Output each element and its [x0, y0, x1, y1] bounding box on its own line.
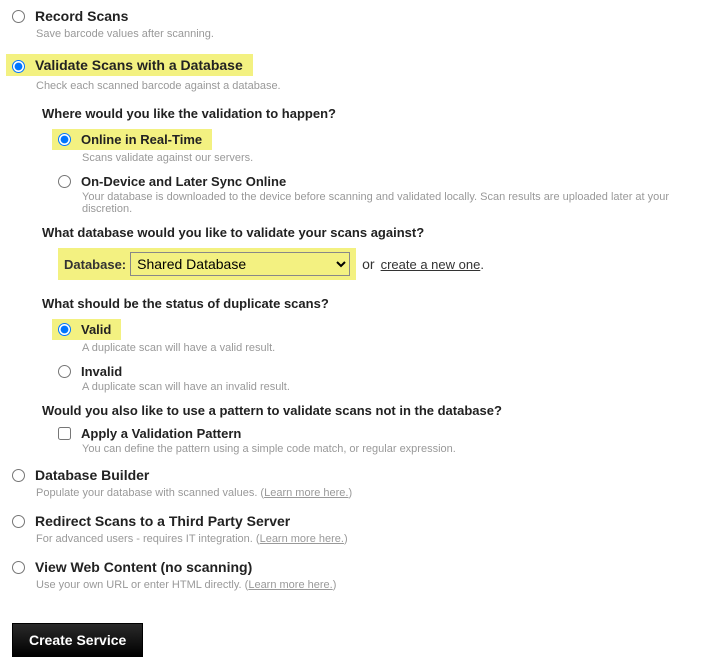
- label-record-scans: Record Scans: [35, 8, 128, 24]
- desc-apply-pattern: You can define the pattern using a simpl…: [82, 443, 716, 455]
- desc-invalid: A duplicate scan will have an invalid re…: [82, 381, 716, 393]
- checkbox-apply-pattern[interactable]: [58, 427, 71, 440]
- label-database-builder: Database Builder: [35, 467, 149, 483]
- radio-view-web-content[interactable]: [12, 561, 25, 574]
- radio-ondevice[interactable]: [58, 175, 71, 188]
- radio-online-realtime[interactable]: [58, 133, 71, 146]
- label-online-realtime: Online in Real-Time: [81, 132, 202, 147]
- desc-database-builder: Populate your database with scanned valu…: [36, 487, 716, 499]
- desc-ondevice: Your database is downloaded to the devic…: [82, 191, 716, 215]
- create-service-button[interactable]: Create Service: [12, 623, 143, 657]
- label-invalid: Invalid: [81, 364, 122, 379]
- label-database: Database:: [64, 257, 126, 272]
- desc-record-scans: Save barcode values after scanning.: [36, 28, 716, 40]
- label-apply-pattern: Apply a Validation Pattern: [81, 426, 241, 441]
- text-period: .: [480, 257, 484, 272]
- desc-online-realtime: Scans validate against our servers.: [82, 152, 716, 164]
- question-duplicate: What should be the status of duplicate s…: [42, 296, 716, 311]
- link-learn-builder[interactable]: Learn more here.: [264, 487, 348, 499]
- desc-redirect-scans: For advanced users - requires IT integra…: [36, 533, 716, 545]
- select-database[interactable]: Shared Database: [130, 252, 350, 276]
- link-create-new-database[interactable]: create a new one: [381, 257, 481, 272]
- question-database: What database would you like to validate…: [42, 225, 716, 240]
- label-ondevice: On-Device and Later Sync Online: [81, 174, 286, 189]
- label-view-web-content: View Web Content (no scanning): [35, 559, 252, 575]
- radio-valid[interactable]: [58, 323, 71, 336]
- radio-record-scans[interactable]: [12, 10, 25, 23]
- desc-valid: A duplicate scan will have a valid resul…: [82, 342, 716, 354]
- text-or: or: [362, 256, 374, 272]
- question-where: Where would you like the validation to h…: [42, 106, 716, 121]
- desc-view-web-content: Use your own URL or enter HTML directly.…: [36, 579, 716, 591]
- label-validate-scans: Validate Scans with a Database: [35, 57, 243, 73]
- label-redirect-scans: Redirect Scans to a Third Party Server: [35, 513, 290, 529]
- radio-invalid[interactable]: [58, 365, 71, 378]
- radio-validate-scans[interactable]: [12, 60, 25, 73]
- link-learn-webcontent[interactable]: Learn more here.: [248, 579, 332, 591]
- question-pattern: Would you also like to use a pattern to …: [42, 403, 716, 418]
- radio-redirect-scans[interactable]: [12, 515, 25, 528]
- radio-database-builder[interactable]: [12, 469, 25, 482]
- desc-validate-scans: Check each scanned barcode against a dat…: [36, 80, 716, 92]
- link-learn-redirect[interactable]: Learn more here.: [260, 533, 344, 545]
- label-valid: Valid: [81, 322, 111, 337]
